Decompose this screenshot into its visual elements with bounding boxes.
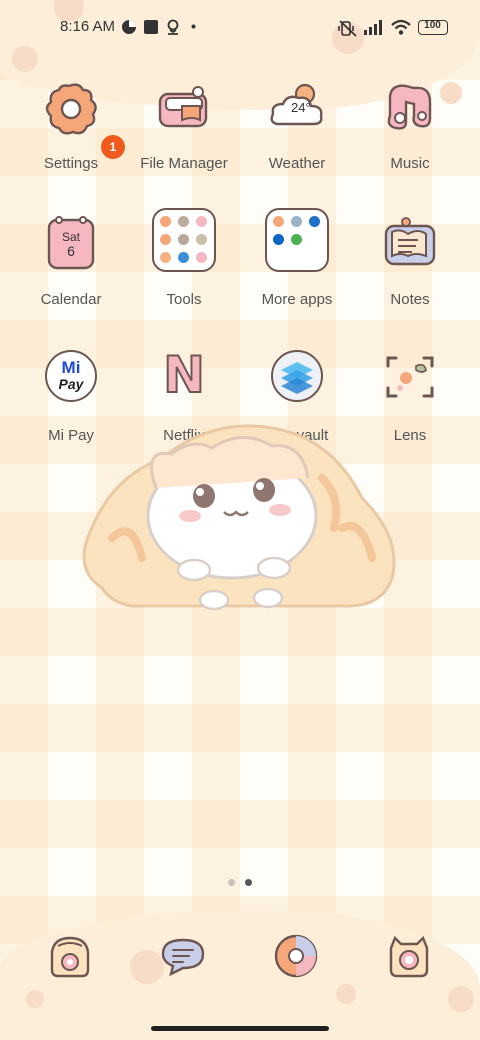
wallpaper-dot (448, 986, 474, 1012)
settings-icon (45, 83, 97, 135)
mini-app-icon (309, 216, 320, 227)
app-file-manager[interactable]: File Manager (124, 76, 244, 196)
mini-app-icon (178, 216, 189, 227)
battery-level: 100 (424, 20, 441, 31)
status-time: 8:16 AM (60, 18, 116, 35)
lens-icon (386, 356, 434, 398)
battery-icon: 100 (418, 20, 448, 35)
app-notes[interactable]: Notes (350, 212, 470, 332)
more-apps-folder-icon (265, 208, 329, 272)
app-settings[interactable]: 1 Settings (11, 76, 131, 196)
notification-square-icon (144, 20, 158, 34)
mini-app-icon (160, 252, 171, 263)
mini-app-icon (160, 234, 171, 245)
notes-icon (384, 217, 436, 266)
phone-icon[interactable] (46, 932, 94, 980)
tools-folder-icon (152, 208, 216, 272)
mini-app-icon (196, 216, 207, 227)
mini-app-icon (273, 216, 284, 227)
mini-app-icon (178, 234, 189, 245)
mini-app-icon (196, 234, 207, 245)
more-notifications-icon (191, 24, 196, 29)
mini-app-icon (196, 252, 207, 263)
folder-more-apps[interactable]: More apps (237, 208, 357, 332)
app-label: File Manager (140, 155, 228, 172)
cat-mascot-illustration (82, 424, 396, 611)
netflix-icon: N (162, 345, 206, 405)
lens-notification-icon (167, 19, 179, 35)
page-indicator[interactable] (0, 876, 480, 888)
file-manager-icon (158, 86, 208, 128)
mini-app-icon (160, 216, 171, 227)
page-dot-active (245, 879, 252, 886)
wifi-icon (391, 19, 411, 35)
app-label: Weather (268, 155, 326, 172)
calendar-day: Sat (61, 230, 80, 244)
camera-icon[interactable] (385, 932, 433, 980)
music-icon (387, 84, 432, 130)
pay-logo-text: Pay (58, 376, 84, 392)
wallpaper-dot (26, 990, 44, 1008)
app-vault-icon (271, 350, 323, 402)
mini-app-icon (273, 234, 284, 245)
weather-temperature: 24° (291, 100, 311, 115)
folder-label: Tools (166, 291, 202, 308)
mini-app-icon (291, 216, 302, 227)
app-label: Notes (390, 291, 430, 308)
app-label: Settings (43, 155, 99, 172)
mi-pay-icon: Mi Pay (45, 350, 97, 402)
page-dot (228, 879, 235, 886)
messages-icon[interactable] (159, 932, 207, 980)
app-label: Music (390, 155, 430, 172)
vibrate-off-icon (338, 20, 357, 37)
app-music[interactable]: Music (350, 76, 470, 196)
app-label: Calendar (40, 291, 102, 308)
mini-app-icon (291, 234, 302, 245)
mini-app-icon (178, 252, 189, 263)
folder-tools[interactable]: Tools (124, 208, 244, 332)
folder-label: More apps (261, 291, 333, 308)
data-saver-icon (122, 20, 136, 34)
mi-logo-text: Mi (61, 358, 81, 377)
status-bar: 8:16 AM 100 (0, 0, 480, 56)
app-weather[interactable]: 24° Weather (237, 76, 357, 196)
gesture-home-bar[interactable] (151, 1026, 329, 1031)
signal-icon (364, 20, 382, 35)
wallpaper-dot (336, 984, 356, 1004)
calendar-date: 6 (67, 243, 75, 259)
app-calendar[interactable]: Sat 6 Calendar (11, 212, 131, 332)
browser-icon[interactable] (272, 932, 320, 980)
